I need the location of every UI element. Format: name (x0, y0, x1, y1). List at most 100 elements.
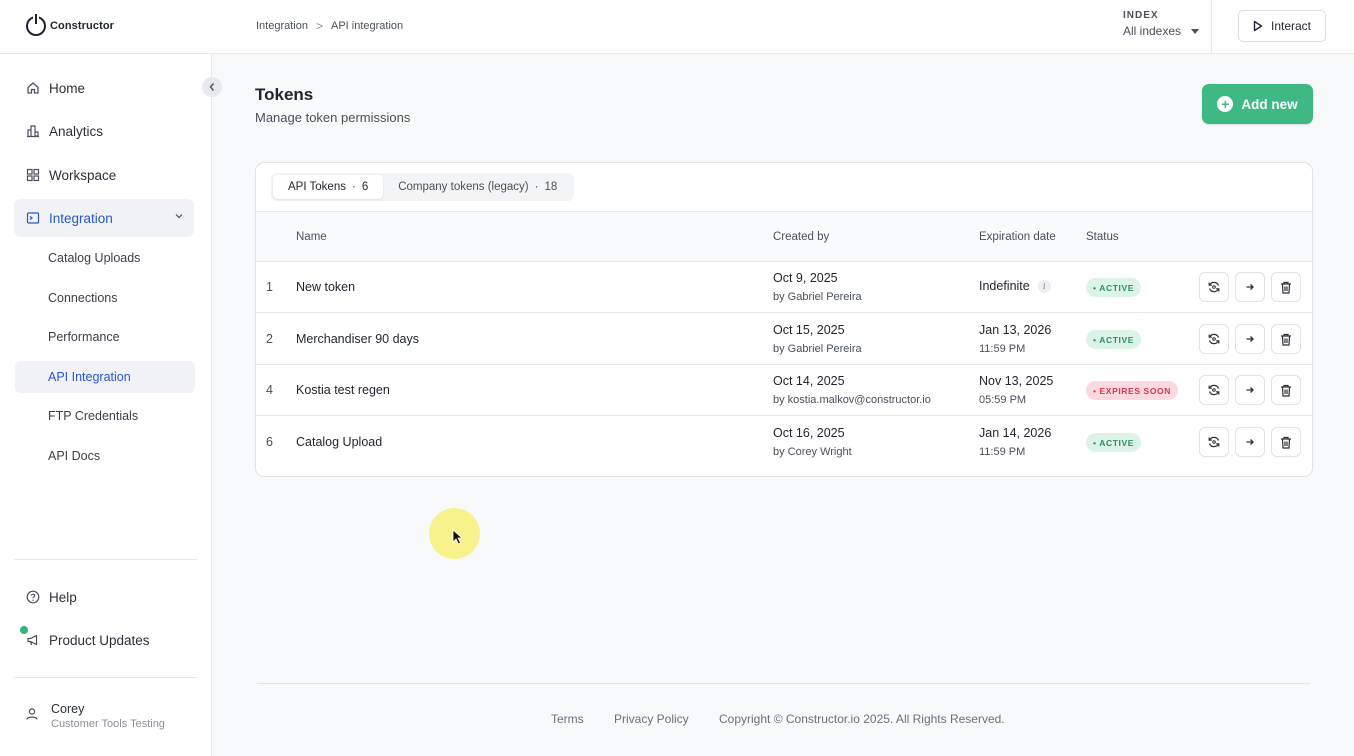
user-name: Corey (51, 702, 85, 716)
tab-dot: · (534, 181, 539, 193)
row-actions (1199, 272, 1301, 302)
tab-api-tokens[interactable]: API Tokens · 6 (273, 175, 384, 199)
expiration-cell: Nov 13, 2025 05:59 PM (979, 374, 1053, 406)
add-new-button[interactable]: + Add new (1202, 84, 1313, 124)
sidebar-subitem-label: FTP Credentials (48, 409, 139, 423)
refresh-icon (1208, 333, 1220, 345)
open-button[interactable] (1235, 324, 1265, 354)
open-button[interactable] (1235, 272, 1265, 302)
row-number: 1 (266, 280, 273, 294)
sidebar-subitem-performance[interactable]: Performance (15, 321, 195, 353)
expiration-date: Jan 14, 2026 (979, 426, 1052, 440)
delete-button[interactable] (1271, 375, 1301, 405)
token-name: Catalog Upload (296, 435, 383, 449)
delete-button[interactable] (1271, 324, 1301, 354)
sidebar-item-integration[interactable]: Integration (14, 199, 194, 237)
collapse-sidebar-button[interactable] (202, 77, 222, 97)
column-header-expiration[interactable]: Expiration date (979, 231, 1056, 243)
megaphone-icon (25, 632, 41, 648)
column-header-created-by[interactable]: Created by (773, 231, 829, 243)
sidebar-subitem-label: API Integration (48, 370, 131, 384)
terminal-icon (25, 210, 41, 226)
sidebar-subitem-ftp-credentials[interactable]: FTP Credentials (15, 400, 195, 432)
interact-label: Interact (1270, 19, 1312, 33)
add-new-label: Add new (1241, 96, 1298, 112)
terms-link[interactable]: Terms (551, 712, 584, 726)
sidebar-item-help[interactable]: Help (14, 578, 194, 616)
breadcrumb-current: API integration (331, 20, 404, 32)
sidebar-item-analytics[interactable]: Analytics (14, 112, 194, 150)
status-badge: • ACTIVE (1086, 330, 1141, 349)
tab-count: 18 (544, 181, 558, 193)
token-name: New token (296, 280, 356, 294)
sidebar-subitem-connections[interactable]: Connections (15, 282, 195, 314)
created-date: Oct 15, 2025 (773, 323, 845, 337)
logo[interactable]: Constructor (26, 14, 114, 36)
sidebar-subitem-api-integration[interactable]: API Integration (15, 361, 195, 393)
table-row[interactable]: 1 New token Oct 9, 2025 by Gabriel Perei… (256, 262, 1312, 313)
table-row[interactable]: 4 Kostia test regen Oct 14, 2025 by kost… (256, 365, 1312, 416)
breadcrumb-parent[interactable]: Integration (256, 20, 308, 32)
sidebar-subitem-catalog-uploads[interactable]: Catalog Uploads (15, 242, 195, 274)
index-selector[interactable]: INDEX All indexes (1123, 10, 1200, 38)
arrow-right-icon (1246, 439, 1254, 445)
sidebar-subitem-label: Performance (48, 330, 120, 344)
created-by: by Gabriel Pereira (773, 343, 862, 355)
grid-icon (25, 167, 41, 183)
refresh-icon (1208, 384, 1220, 396)
user-icon (25, 707, 39, 726)
index-value: All indexes (1123, 24, 1182, 38)
home-icon (25, 80, 41, 96)
tokens-card: API Tokens · 6 Company tokens (legacy) ·… (255, 162, 1313, 477)
regenerate-button[interactable] (1199, 427, 1229, 457)
info-icon[interactable]: i (1037, 279, 1051, 293)
bar-chart-icon (25, 123, 41, 139)
token-tabs: API Tokens · 6 Company tokens (legacy) ·… (271, 173, 575, 201)
open-button[interactable] (1235, 427, 1265, 457)
divider (1211, 0, 1212, 53)
sidebar-item-home[interactable]: Home (14, 69, 194, 107)
sidebar-item-label: Analytics (49, 123, 104, 139)
privacy-policy-link[interactable]: Privacy Policy (614, 712, 689, 726)
sidebar-subitem-label: Connections (48, 291, 118, 305)
play-icon (1253, 20, 1263, 32)
page-subtitle: Manage token permissions (255, 110, 411, 125)
regenerate-button[interactable] (1199, 324, 1229, 354)
created-by: by Corey Wright (773, 446, 852, 458)
column-header-status[interactable]: Status (1086, 231, 1119, 243)
token-name: Kostia test regen (296, 383, 390, 397)
chevron-left-icon (209, 83, 215, 91)
expiration-date: Jan 13, 2026 (979, 323, 1052, 337)
user-org: Customer Tools Testing (51, 718, 165, 730)
column-header-name[interactable]: Name (296, 231, 327, 243)
trash-icon (1281, 436, 1291, 449)
page-title: Tokens (255, 85, 314, 104)
expiration-date: Nov 13, 2025 (979, 374, 1054, 388)
regenerate-button[interactable] (1199, 375, 1229, 405)
mouse-pointer-icon (452, 529, 464, 545)
sidebar-item-label: Workspace (49, 167, 117, 183)
table-row[interactable]: 2 Merchandiser 90 days Oct 15, 2025 by G… (256, 314, 1312, 365)
arrow-right-icon (1246, 387, 1254, 393)
plus-circle-icon: + (1217, 96, 1234, 112)
interact-button[interactable]: Interact (1238, 10, 1326, 42)
sidebar-item-product-updates[interactable]: Product Updates (14, 621, 194, 659)
user-profile[interactable]: Corey Customer Tools Testing (25, 702, 165, 730)
expiration-time: 05:59 PM (979, 394, 1027, 406)
open-button[interactable] (1235, 375, 1265, 405)
created-cell: Oct 16, 2025 by Corey Wright (773, 426, 852, 458)
sidebar-subitem-api-docs[interactable]: API Docs (15, 440, 195, 472)
expiration-time: 11:59 PM (979, 446, 1026, 458)
table-row[interactable]: 6 Catalog Upload Oct 16, 2025 by Corey W… (256, 417, 1312, 468)
status-badge: • ACTIVE (1086, 433, 1141, 452)
trash-icon (1281, 281, 1291, 294)
delete-button[interactable] (1271, 427, 1301, 457)
regenerate-button[interactable] (1199, 272, 1229, 302)
divider (14, 559, 197, 560)
tab-company-tokens[interactable]: Company tokens (legacy) · 18 (383, 175, 572, 199)
delete-button[interactable] (1271, 272, 1301, 302)
created-by: by Gabriel Pereira (773, 291, 862, 303)
index-dropdown[interactable]: All indexes (1123, 24, 1200, 38)
sidebar-item-workspace[interactable]: Workspace (14, 156, 194, 194)
row-actions (1199, 324, 1301, 354)
